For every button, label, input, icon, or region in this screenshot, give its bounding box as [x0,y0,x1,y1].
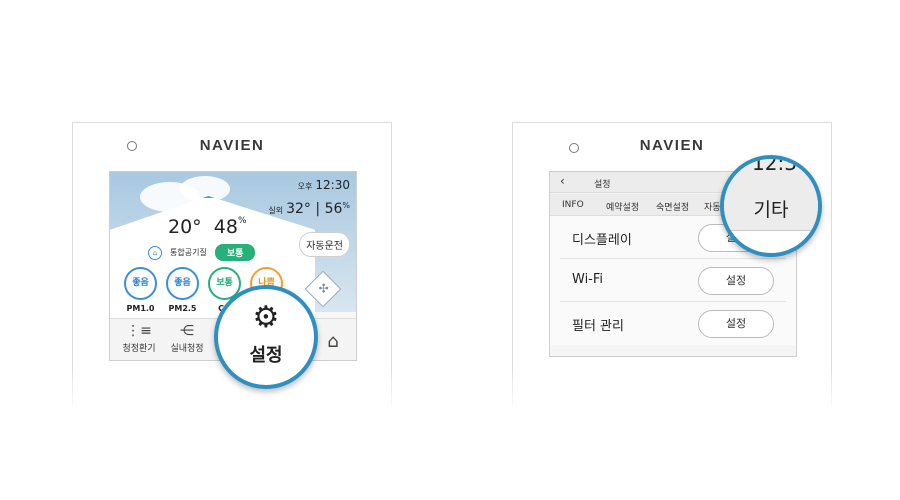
tab-auto[interactable]: 자동 [704,200,721,213]
clock-fragment: 12:3 [752,155,797,175]
ventilation-icon: ⋮≡ [126,323,152,339]
filter-settings-button[interactable]: 설정 [698,310,774,338]
home-button[interactable]: ⌂ [320,331,346,354]
list-item: Wi-Fi 설정 [560,259,786,302]
tab-etc: 기타 [753,199,789,221]
outdoor-readout: 실외 32° | 56% [268,201,350,217]
air-quality-badge: 보통 [214,244,256,261]
air-quality-icon: ⌂ [148,245,162,260]
sensor-status: 좋음 [166,267,199,300]
setting-label: Wi-Fi [572,272,604,287]
tab-ventilation[interactable]: ⋮≡ 청정환기 [114,323,164,354]
sensor-pm25[interactable]: 좋음 PM2.5 [166,267,199,313]
sensor-status: 좋음 [124,267,157,300]
fan-icon: ✣ [318,281,329,296]
indoor-clean-icon: ⋲ [180,323,194,339]
wifi-settings-button[interactable]: 설정 [698,267,774,295]
tab-reservation[interactable]: 예약설정 [606,200,639,213]
tab-info[interactable]: INFO [562,200,584,210]
tab-sleep[interactable]: 숙면설정 [656,200,689,213]
etc-tab-magnifier[interactable]: 12:3 기타 [720,155,822,257]
clock: 오후 12:30 [297,178,350,192]
settings-magnifier[interactable]: ⚙ 설정 [214,285,318,389]
setting-label: 필터 관리 [572,319,624,334]
auto-mode-button[interactable]: 자동운전 [299,232,350,257]
air-quality-label: 통합공기질 [170,248,207,257]
air-quality-summary: ⌂ 통합공기질 보통 [148,244,256,261]
list-item: 필터 관리 설정 [560,302,786,345]
indoor-readout: 20° 48% [168,216,247,238]
back-arrow-icon[interactable]: ‹ [560,174,565,188]
home-icon: ⌂ [327,331,339,352]
sensor-name: PM2.5 [168,304,197,313]
page-title: 설정 [594,180,611,190]
brand-logo: NAVIEN [199,137,265,154]
fade-overlay [511,370,833,410]
gear-icon: ⚙ [252,300,280,335]
sensor-name: PM1.0 [126,304,155,313]
settings-label: 설정 [249,345,283,366]
sensor-pm10[interactable]: 좋음 PM1.0 [124,267,157,313]
brand-logo: NAVIEN [639,137,705,154]
tab-indoor-clean[interactable]: ⋲ 실내청정 [162,323,212,354]
setting-label: 디스플레이 [572,233,632,248]
